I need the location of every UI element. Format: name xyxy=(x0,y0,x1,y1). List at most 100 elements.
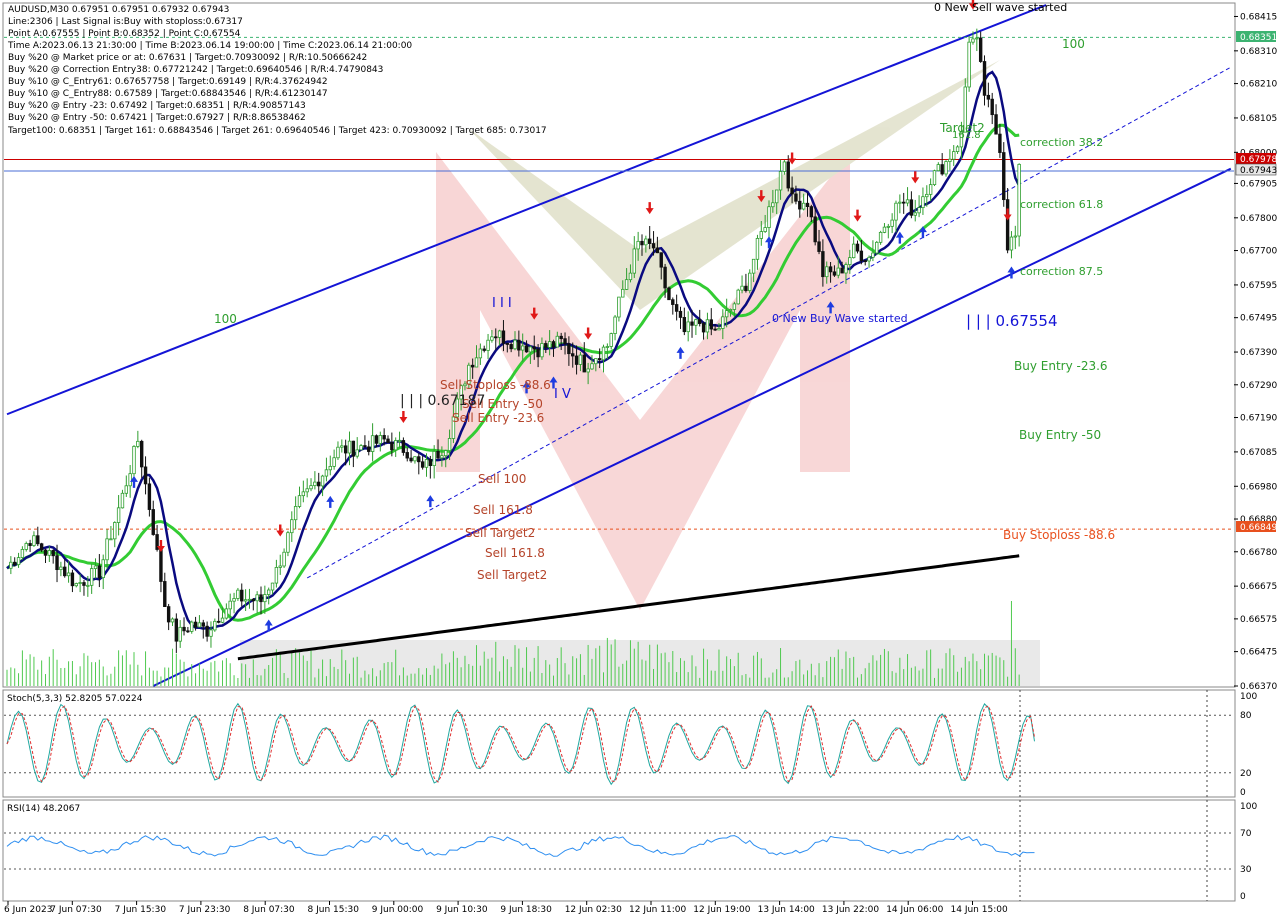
price-tag-top: 0.68351 xyxy=(1240,33,1277,43)
candle-body xyxy=(124,485,129,494)
candle-body xyxy=(886,225,891,228)
candle-body xyxy=(182,626,186,632)
x-tick-label: 9 Jun 00:00 xyxy=(372,905,424,915)
price-tag-red: 0.67978 xyxy=(1240,155,1277,165)
candle-body xyxy=(644,238,648,246)
info-line: Buy %20 @ Entry -50: 0.67421 | Target:0.… xyxy=(8,113,306,123)
candle-body xyxy=(859,250,864,262)
roman-iii-label: I I I xyxy=(492,296,512,311)
candle-body xyxy=(232,598,236,602)
candle-body xyxy=(663,266,667,289)
candle-body xyxy=(1005,199,1010,251)
candle-body xyxy=(20,549,25,558)
candle-body xyxy=(532,346,536,350)
candle-body xyxy=(517,339,521,351)
candle-body xyxy=(397,440,402,442)
buy-entry-236-label: Buy Entry -23.6 xyxy=(1014,359,1108,373)
correction-382-label: correction 38.2 xyxy=(1020,136,1103,149)
x-tick-label: 7 Jun 07:30 xyxy=(50,905,102,915)
mid-value-label: | | | 0.67187 xyxy=(400,393,485,409)
candle-body xyxy=(524,345,529,353)
candle-body xyxy=(971,38,975,43)
candle-body xyxy=(390,442,394,451)
candle-body xyxy=(655,247,660,254)
candle-body xyxy=(832,271,837,276)
candle-body xyxy=(513,339,517,350)
candle-body xyxy=(528,346,533,353)
candle-body xyxy=(709,319,713,330)
candle-body xyxy=(955,146,960,152)
candle-body xyxy=(213,620,217,631)
candle-body xyxy=(871,252,875,258)
candle-body xyxy=(732,303,737,310)
candle-body xyxy=(759,231,764,239)
buy-stoploss-label: Buy Stoploss -88.6 xyxy=(1003,528,1115,542)
candle-body xyxy=(259,594,263,603)
candle-body xyxy=(324,469,329,477)
candle-body xyxy=(728,309,733,311)
candle-body xyxy=(78,582,82,584)
candle-body xyxy=(836,267,840,276)
candle-body xyxy=(755,238,760,260)
x-tick-label: 7 Jun 15:30 xyxy=(115,905,167,915)
candle-body xyxy=(851,243,856,259)
candle-body xyxy=(132,446,136,475)
candle-body xyxy=(82,582,86,586)
candle-body xyxy=(690,321,694,326)
level-label: 0 xyxy=(1240,788,1246,798)
sell-1618b-label: Sell 161.8 xyxy=(485,546,545,560)
candle-body xyxy=(444,450,448,457)
info-line: AUDUSD,M30 0.67951 0.67951 0.67932 0.679… xyxy=(8,5,229,15)
y-tick-label: 0.67190 xyxy=(1240,414,1277,424)
candle-body xyxy=(367,446,371,452)
sell-entry-236-label: Sell Entry -23.6 xyxy=(452,411,544,425)
candle-body xyxy=(401,440,406,453)
info-line: Buy %20 @ Entry -23: 0.67492 | Target:0.… xyxy=(8,101,306,111)
candle-body xyxy=(240,589,244,602)
candle-body xyxy=(863,260,867,263)
level-label: 30 xyxy=(1240,865,1252,875)
sell-target2b-label: Sell Target2 xyxy=(477,568,547,582)
candle-body xyxy=(51,550,55,557)
candle-body xyxy=(116,507,121,523)
candle-body xyxy=(139,440,144,468)
candle-body xyxy=(490,336,494,341)
candle-body xyxy=(332,457,336,467)
candle-body xyxy=(898,201,902,204)
candle-body xyxy=(151,509,155,535)
x-tick-label: 13 Jun 22:00 xyxy=(822,905,879,915)
candle-body xyxy=(359,445,363,451)
candle-body xyxy=(917,207,921,214)
candle-body xyxy=(890,219,894,227)
candle-body xyxy=(70,572,75,587)
level-label: 80 xyxy=(1240,711,1252,721)
x-tick-label: 12 Jun 11:00 xyxy=(629,905,686,915)
candle-body xyxy=(9,561,13,569)
candle-body xyxy=(605,346,610,348)
candle-body xyxy=(424,459,429,468)
y-tick-label: 0.66675 xyxy=(1240,582,1277,592)
candle-body xyxy=(120,492,125,509)
candle-body xyxy=(251,598,256,602)
candle-body xyxy=(159,549,163,582)
candle-body xyxy=(178,626,182,642)
candle-body xyxy=(967,41,971,88)
candle-body xyxy=(66,572,71,577)
candle-body xyxy=(578,354,583,365)
candle-body xyxy=(209,629,213,637)
candle-body xyxy=(89,568,94,586)
y-tick-label: 0.66780 xyxy=(1240,548,1277,558)
candle-body xyxy=(470,364,475,368)
candle-body xyxy=(509,344,513,350)
candle-body xyxy=(428,459,433,467)
y-tick-label: 0.67595 xyxy=(1240,281,1277,291)
candle-body xyxy=(36,535,40,545)
trading-chart[interactable]: AUDUSD,M30 0.67951 0.67951 0.67932 0.679… xyxy=(0,0,1280,920)
candle-body xyxy=(640,240,644,246)
candle-body xyxy=(597,358,602,361)
candle-body xyxy=(501,330,506,344)
x-tick-label: 12 Jun 02:30 xyxy=(565,905,622,915)
candle-body xyxy=(817,241,821,252)
y-tick-label: 0.67800 xyxy=(1240,214,1277,224)
candle-body xyxy=(921,196,925,209)
